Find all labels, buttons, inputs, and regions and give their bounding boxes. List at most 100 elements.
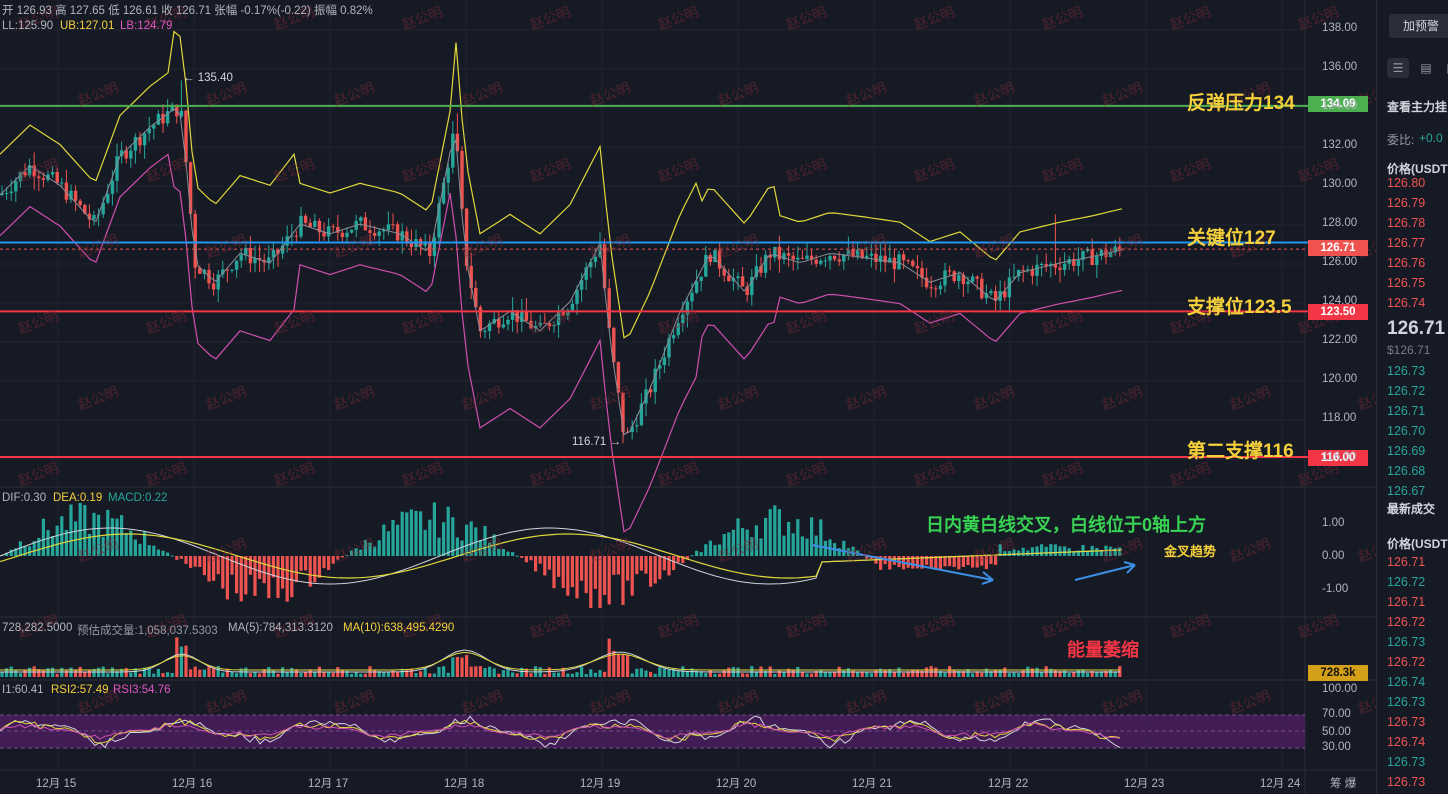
macd-histogram-bar	[1021, 547, 1025, 556]
candle-body	[506, 319, 510, 325]
watermark-text: 赵公明	[76, 384, 121, 413]
volume-bar	[455, 656, 459, 677]
order-book-both-view-icon[interactable]: ☰	[1387, 58, 1409, 78]
date-tick: 12月 24	[1260, 778, 1301, 790]
volume-bar	[547, 667, 551, 677]
macd-dif-readout: DIF:0.30	[2, 492, 47, 504]
volume-bar	[428, 673, 432, 677]
watermark-text: 赵公明	[16, 308, 61, 337]
ask-price: 126.77	[1387, 236, 1426, 250]
trade-price: 126.72	[1387, 615, 1426, 629]
macd-histogram-bar	[147, 545, 151, 556]
macd-histogram-bar	[938, 556, 942, 570]
candle-body	[911, 260, 915, 266]
bid-price: 126.71	[1387, 404, 1426, 418]
volume-bar	[322, 672, 326, 677]
candle-body	[1039, 264, 1044, 266]
candle-body	[133, 137, 138, 151]
candle-body	[106, 193, 110, 203]
watermark-text: 赵公明	[844, 384, 889, 413]
candle-body	[947, 270, 952, 272]
trades-title[interactable]: 最新成交	[1387, 500, 1435, 517]
volume-bar	[570, 673, 574, 677]
watermark-text: 赵公明	[588, 232, 633, 261]
candle-body	[405, 231, 409, 243]
candle-body	[694, 281, 699, 293]
volume-bar	[658, 667, 662, 677]
candle-body	[326, 226, 331, 237]
volume-bar	[708, 670, 712, 677]
macd-histogram-bar	[202, 556, 206, 576]
volume-bar	[998, 669, 1002, 677]
macd-histogram-bar	[584, 556, 588, 594]
volume-bar	[552, 672, 556, 677]
watermark-text: 赵公明	[1168, 4, 1213, 33]
volume-bar	[124, 668, 128, 677]
volume-note: 能量萎缩	[1067, 640, 1139, 660]
trade-price: 126.73	[1387, 755, 1426, 769]
volume-bar	[474, 666, 478, 677]
macd-histogram-bar	[768, 509, 772, 556]
candle-body	[874, 253, 878, 262]
volume-bar	[469, 666, 473, 677]
candle-body	[805, 255, 809, 259]
macd-histogram-bar	[308, 556, 312, 587]
volume-bar	[1109, 669, 1113, 677]
current-price-tag: 126.71	[1308, 240, 1368, 256]
macd-histogram-bar	[810, 517, 814, 556]
candle-body	[897, 254, 901, 270]
candle-body	[4, 193, 9, 195]
candle-body	[363, 217, 368, 231]
ask-price: 126.79	[1387, 196, 1426, 210]
candle-body	[1030, 269, 1035, 276]
volume-bar	[74, 669, 78, 677]
order-book-bids-view-icon[interactable]: ▤	[1415, 58, 1437, 78]
volume-bar	[299, 672, 303, 677]
volume-bar	[437, 666, 441, 677]
macd-histogram-bar	[529, 556, 533, 561]
ohlc-readout: 开 126.93 高 127.65 低 126.61 收 126.71 张幅 -…	[2, 5, 373, 17]
volume-bar	[23, 670, 27, 677]
order-book-asks-view-icon[interactable]: ▤	[1441, 58, 1448, 78]
watermark-text: 赵公明	[400, 308, 445, 337]
bid-price: 126.70	[1387, 424, 1426, 438]
macd-histogram-bar	[313, 556, 317, 583]
candle-body	[980, 278, 984, 299]
volume-bar	[667, 668, 671, 677]
order-book-title[interactable]: 查看主力挂	[1387, 98, 1447, 115]
rsi-axis-tick: 100.00	[1322, 683, 1358, 695]
trade-price: 126.74	[1387, 735, 1426, 749]
macd-histogram-bar	[405, 512, 409, 556]
price-axis-tick: 136.00	[1322, 61, 1358, 73]
macd-histogram-bar	[400, 511, 404, 556]
low-marker: 116.71 →	[572, 436, 622, 448]
volume-bar	[543, 673, 547, 677]
candle-body	[901, 254, 906, 261]
macd-histogram-bar	[800, 536, 804, 556]
macd-histogram-bar	[327, 556, 331, 571]
watermark-text: 赵公明	[1228, 384, 1273, 413]
candle-body	[14, 181, 18, 192]
macd-histogram-bar	[957, 556, 961, 570]
candle-body	[906, 260, 910, 262]
price-axis-tick: 130.00	[1322, 178, 1358, 190]
volume-bar	[833, 671, 837, 677]
macd-histogram-bar	[396, 524, 400, 556]
watermark-text: 赵公明	[16, 460, 61, 489]
macd-histogram-bar	[170, 555, 174, 557]
macd-histogram-bar	[1081, 544, 1085, 556]
volume-bar	[662, 668, 666, 677]
watermark-text: 赵公明	[784, 4, 829, 33]
candle-body	[736, 276, 740, 279]
macd-histogram-bar	[294, 556, 298, 583]
trade-price: 126.73	[1387, 635, 1426, 649]
volume-bar	[791, 669, 795, 677]
chart-canvas[interactable]: 赵公明 赵公明 赵公明 赵公明 赵公明 赵公明 赵公明 赵公明 赵公明 赵公明 赵公明赵公明 赵公明赵…	[0, 0, 1376, 794]
macd-histogram-bar	[1049, 544, 1053, 556]
volume-bar	[207, 666, 211, 677]
watermark-text: 赵公明	[912, 156, 957, 185]
candle-body	[938, 285, 943, 290]
add-alert-button[interactable]: 加预警	[1389, 14, 1448, 38]
macd-histogram-bar	[428, 519, 432, 556]
candle-body	[110, 180, 115, 194]
